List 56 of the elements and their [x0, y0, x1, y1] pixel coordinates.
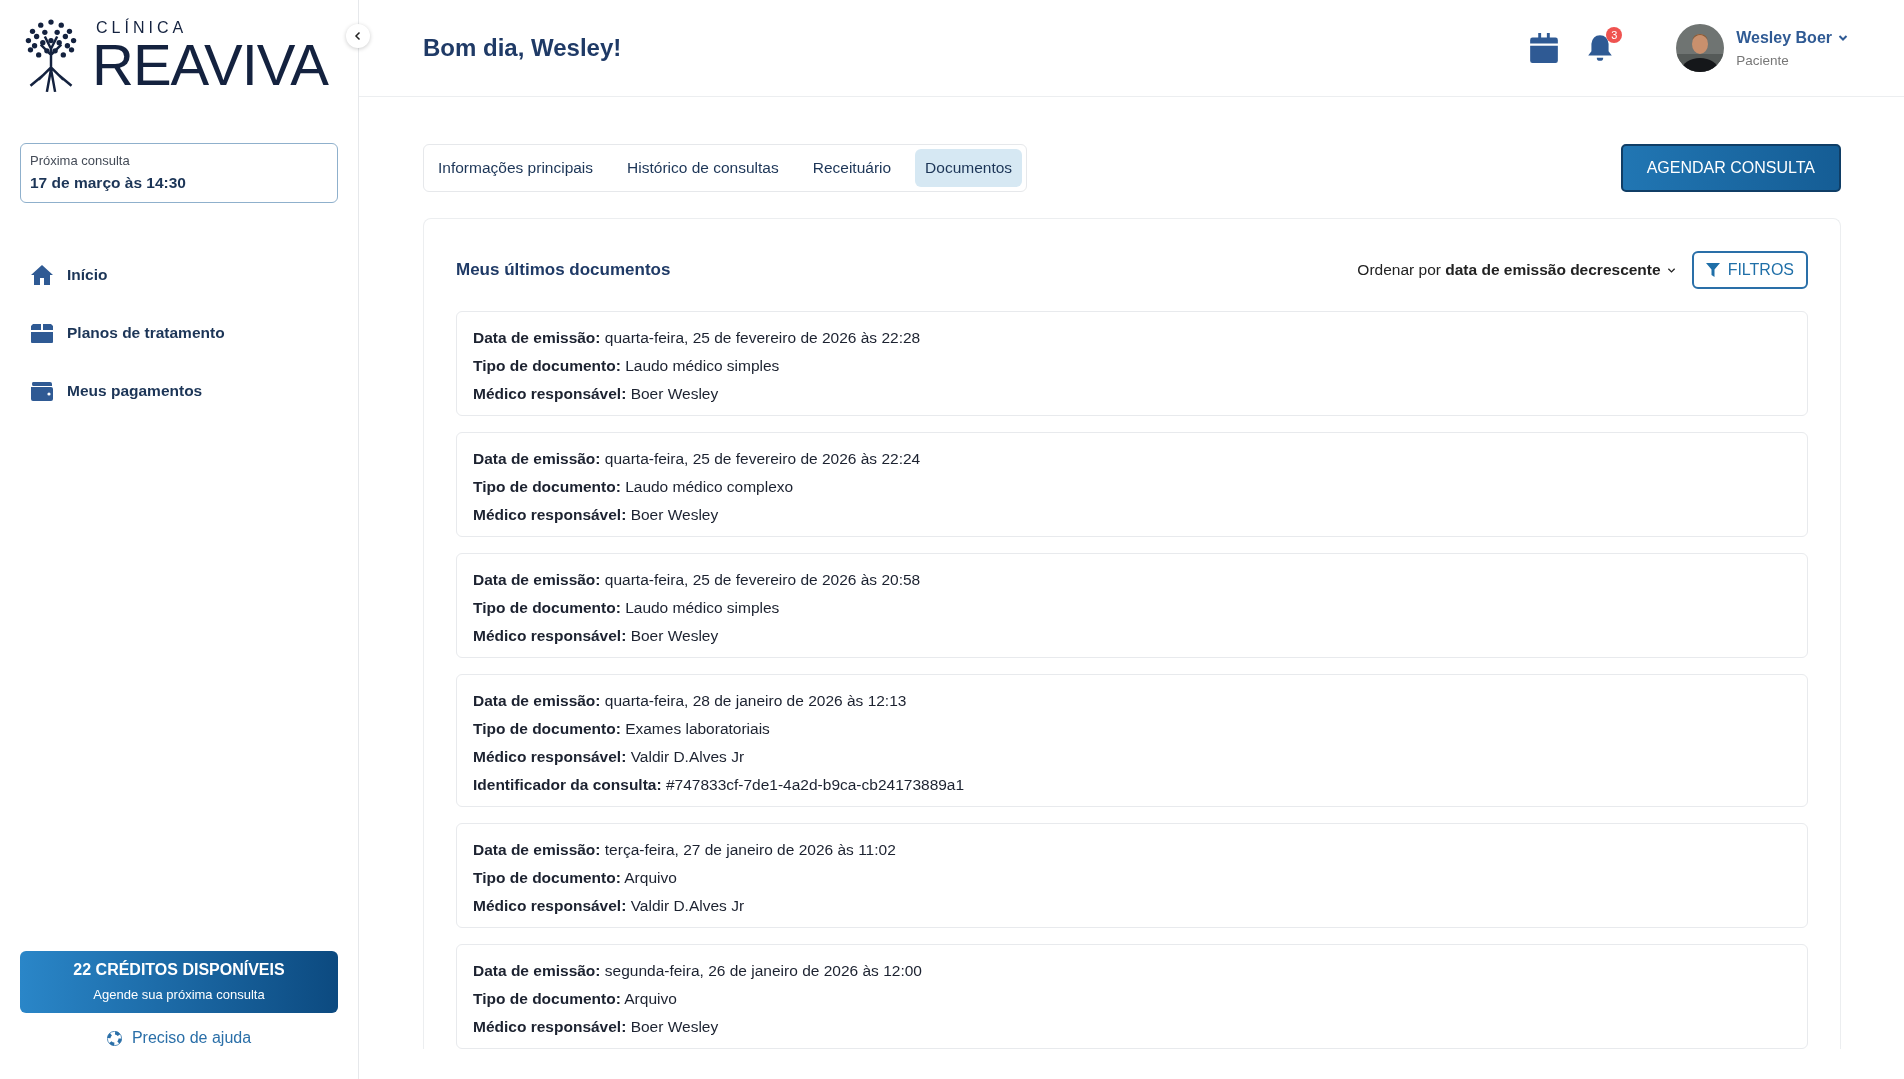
document-detail: Data de emissão: terça-feira, 27 de janeiro de 2026 às 11:02	[473, 840, 897, 859]
filter-icon	[1705, 263, 1720, 277]
tab[interactable]: Informações principais	[428, 149, 604, 187]
document-card[interactable]: Data de emissão: segunda-feira, 26 de janeiro de 2026 às 12:00 Tipo de documento: Arquivo Médico responsável: Boer Wesley	[456, 944, 1808, 1049]
document-detail: Médico responsável: Boer Wesley	[473, 1017, 720, 1036]
bell-icon[interactable]	[1586, 33, 1615, 63]
schedule-button[interactable]: AGENDAR CONSULTA	[1620, 144, 1841, 192]
help-link[interactable]: Preciso de ajuda	[20, 1029, 338, 1047]
sidebar-item[interactable]: Planos de tratamento	[20, 311, 338, 355]
lifebuoy-icon	[106, 1030, 122, 1046]
tab[interactable]: Histórico de consultas	[617, 149, 789, 187]
document-detail: Tipo de documento: Arquivo	[473, 989, 678, 1008]
chevron-left-icon	[353, 31, 363, 41]
user-role: Paciente	[1736, 52, 1790, 68]
credits-subtitle: Agende sua próxima consulta	[93, 987, 265, 1002]
tab[interactable]: Receituário	[802, 149, 902, 187]
brand-name: REAVIVA	[92, 36, 328, 94]
collapse-button[interactable]	[346, 24, 370, 48]
home-icon	[30, 263, 54, 287]
document-card[interactable]: Data de emissão: quarta-feira, 25 de fevereiro de 2026 às 20:58 Tipo de documento: Laudo médico simples Médico responsável: Boer Wesley	[456, 553, 1808, 658]
notification-badge: 3	[1606, 27, 1623, 43]
document-detail: Tipo de documento: Exames laboratoriais	[473, 719, 771, 738]
panel-title: Meus últimos documentos	[456, 260, 671, 280]
document-detail: Tipo de documento: Laudo médico complexo	[473, 477, 795, 496]
document-card[interactable]: Data de emissão: quarta-feira, 25 de fevereiro de 2026 às 22:28 Tipo de documento: Laudo médico simples Médico responsável: Boer Wesley	[456, 311, 1808, 416]
document-card[interactable]: Data de emissão: quarta-feira, 25 de fevereiro de 2026 às 22:24 Tipo de documento: Laudo médico complexo Médico responsável: Boer Wesley	[456, 432, 1808, 537]
document-detail: Tipo de documento: Laudo médico simples	[473, 356, 781, 375]
credits-banner[interactable]: 22 CRÉDITOS DISPONÍVEIS Agende sua próxima consulta	[20, 951, 338, 1013]
document-detail: Data de emissão: quarta-feira, 25 de fevereiro de 2026 às 20:58	[473, 570, 922, 589]
document-detail: Data de emissão: segunda-feira, 26 de janeiro de 2026 às 12:00	[473, 961, 923, 980]
next-appointment-label: Próxima consulta	[30, 153, 131, 168]
document-detail: Médico responsável: Valdir D.Alves Jr	[473, 747, 746, 766]
document-detail: Médico responsável: Boer Wesley	[473, 626, 720, 645]
credits-title: 22 CRÉDITOS DISPONÍVEIS	[73, 961, 285, 979]
next-appointment-date: 17 de março às 14:30	[30, 174, 187, 192]
calendar-icon[interactable]	[1530, 33, 1559, 63]
document-detail: Médico responsável: Boer Wesley	[473, 384, 720, 403]
sidebar-item[interactable]: Início	[20, 253, 338, 297]
document-detail: Médico responsável: Valdir D.Alves Jr	[473, 896, 746, 915]
user-name[interactable]: Wesley Boer	[1736, 28, 1848, 47]
document-detail: Data de emissão: quarta-feira, 25 de fevereiro de 2026 às 22:28	[473, 328, 922, 347]
document-detail: Tipo de documento: Arquivo	[473, 868, 678, 887]
document-detail: Data de emissão: quarta-feira, 28 de janeiro de 2026 às 12:13	[473, 691, 908, 710]
document-detail: Identificador da consulta: #747833cf-7de1-4a2d-b9ca-cb24173889a1	[473, 775, 966, 794]
greeting-title: Bom dia, Wesley!	[423, 34, 622, 62]
sort-dropdown[interactable]: Ordenar por data de emissão decrescente	[1357, 261, 1676, 279]
document-card[interactable]: Data de emissão: terça-feira, 27 de janeiro de 2026 às 11:02 Tipo de documento: Arquivo Médico responsável: Valdir D.Alves Jr	[456, 823, 1808, 928]
box-icon	[30, 321, 54, 345]
document-detail: Tipo de documento: Laudo médico simples	[473, 598, 781, 617]
sidebar-item[interactable]: Meus pagamentos	[20, 369, 338, 413]
wallet-icon	[30, 379, 54, 403]
tab[interactable]: Documentos	[915, 149, 1023, 187]
document-detail: Data de emissão: quarta-feira, 25 de fevereiro de 2026 às 22:24	[473, 449, 922, 468]
document-detail: Médico responsável: Boer Wesley	[473, 505, 720, 524]
brand-subtitle: CLÍNICA	[96, 20, 189, 36]
filter-button[interactable]: FILTROS	[1691, 251, 1808, 289]
